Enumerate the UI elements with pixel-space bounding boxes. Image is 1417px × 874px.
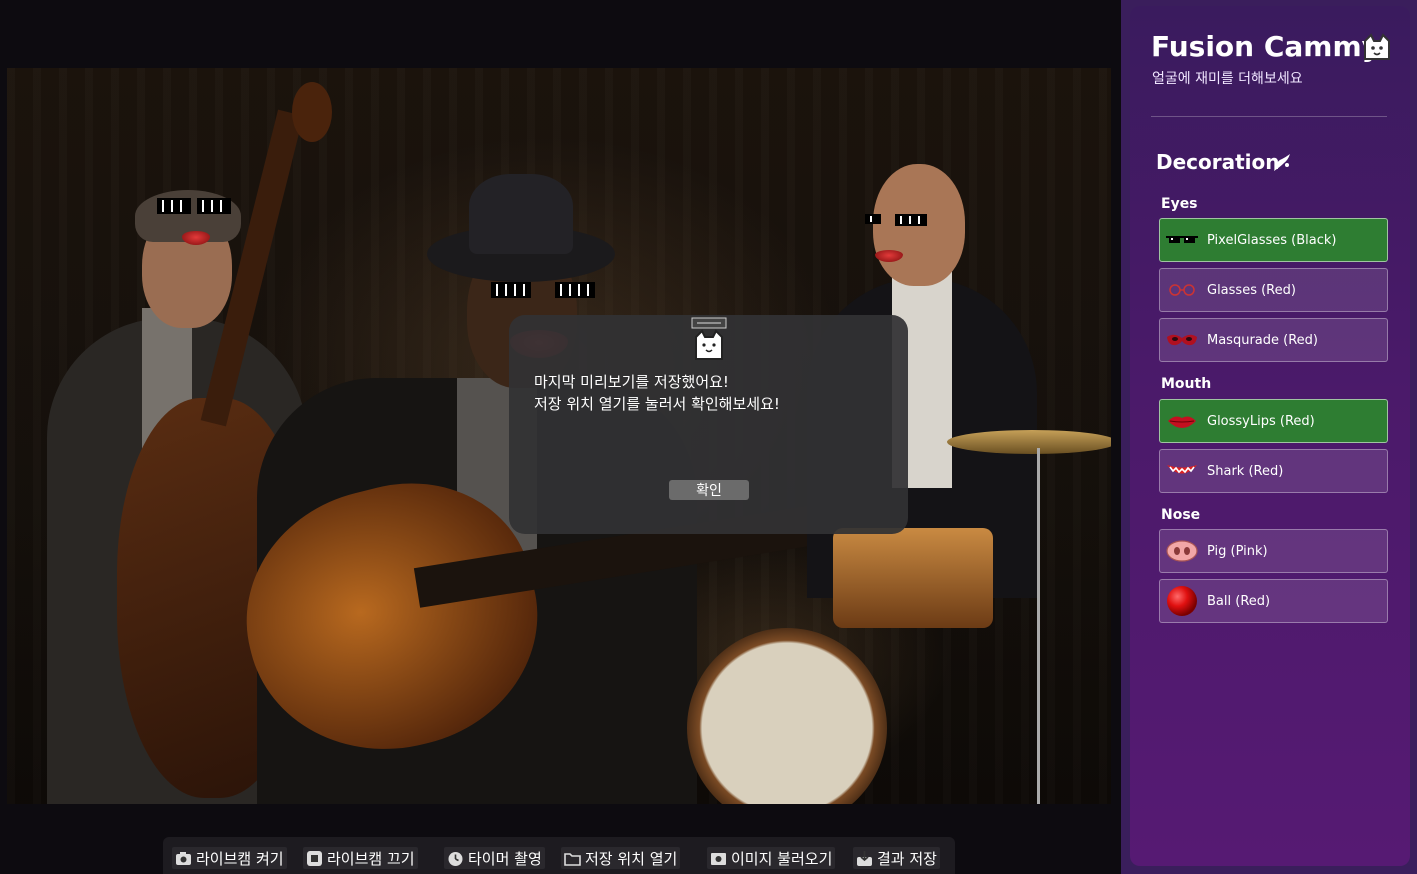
- open-save-folder-button[interactable]: 저장 위치 열기: [561, 847, 681, 869]
- section-label-nose: Nose: [1161, 507, 1201, 523]
- section-label-mouth: Mouth: [1161, 376, 1212, 392]
- load-image-label: 이미지 불러오기: [731, 849, 833, 868]
- timer-capture-label: 타이머 촬영: [468, 849, 542, 868]
- glossy-lips-icon: [1165, 408, 1199, 434]
- load-image-button[interactable]: 이미지 불러오기: [707, 847, 836, 869]
- pixel-glasses-overlay-3: [865, 214, 927, 226]
- section-label-eyes: Eyes: [1161, 196, 1198, 212]
- live-cam-on-button[interactable]: 라이브캠 켜기: [172, 847, 287, 869]
- live-cam-off-button[interactable]: 라이브캠 끄기: [303, 847, 418, 869]
- deco-item-glossy-lips[interactable]: GlossyLips (Red): [1159, 399, 1388, 443]
- dialog-message-line1: 마지막 미리보기를 저장했어요!: [534, 373, 729, 391]
- guitarist-hat: [469, 174, 573, 254]
- deco-item-label: Glasses (Red): [1207, 282, 1296, 298]
- app-title: Fusion Cammy: [1151, 30, 1380, 63]
- pixel-glasses-overlay-2: [491, 282, 595, 298]
- deco-item-label: GlossyLips (Red): [1207, 413, 1315, 429]
- save-result-label: 결과 저장: [877, 849, 937, 868]
- cat-face-icon: [1364, 33, 1390, 60]
- pixel-glasses-icon: [1165, 227, 1199, 253]
- deco-item-pig-nose[interactable]: Pig (Pink): [1159, 529, 1388, 573]
- save-result-button[interactable]: 결과 저장: [853, 847, 940, 869]
- decoration-title: Decoration: [1156, 150, 1280, 174]
- timer-capture-button[interactable]: 타이머 촬영: [444, 847, 545, 869]
- decoration-sidebar: Fusion Cammy 얼굴에 재미를 더해보세요 Decoration Ey…: [1130, 6, 1410, 866]
- image-icon: [710, 850, 727, 867]
- deco-item-label: PixelGlasses (Black): [1207, 232, 1337, 248]
- masquerade-mask-icon: [1165, 327, 1199, 353]
- bottom-toolbar: 라이브캠 켜기 라이브캠 끄기 타이머 촬영 저장 위치 열기 이미지 불러오기…: [163, 837, 955, 874]
- timer-icon: [447, 850, 464, 867]
- live-cam-off-label: 라이브캠 끄기: [327, 849, 415, 868]
- deco-item-masquerade[interactable]: Masqurade (Red): [1159, 318, 1388, 362]
- snare-drum: [833, 528, 993, 628]
- paint-hand-icon: [1274, 154, 1290, 171]
- pixel-glasses-overlay-1: [157, 198, 231, 214]
- bass-drum: [687, 628, 887, 804]
- bass-scroll: [292, 82, 332, 142]
- cymbal-stand: [1037, 448, 1040, 804]
- pig-nose-icon: [1165, 538, 1199, 564]
- shark-mouth-icon: [1165, 458, 1199, 484]
- deco-item-red-glasses[interactable]: Glasses (Red): [1159, 268, 1388, 312]
- deco-item-label: Shark (Red): [1207, 463, 1284, 479]
- dialog-message-line2: 저장 위치 열기를 눌러서 확인해보세요!: [534, 395, 780, 413]
- download-icon: [856, 850, 873, 867]
- deco-item-label: Pig (Pink): [1207, 543, 1268, 559]
- camera-icon: [175, 850, 192, 867]
- divider: [1151, 116, 1387, 117]
- open-save-folder-label: 저장 위치 열기: [585, 849, 678, 868]
- live-cam-on-label: 라이브캠 켜기: [196, 849, 284, 868]
- save-notice-dialog: 마지막 미리보기를 저장했어요! 저장 위치 열기를 눌러서 확인해보세요! 확…: [509, 315, 908, 534]
- deco-item-pixel-glasses[interactable]: PixelGlasses (Black): [1159, 218, 1388, 262]
- red-ball-nose-icon: [1165, 586, 1199, 616]
- ok-button[interactable]: 확인: [669, 480, 749, 500]
- cymbal: [947, 430, 1111, 454]
- red-glasses-icon: [1165, 277, 1199, 303]
- cat-face-icon: [691, 317, 727, 360]
- folder-icon: [564, 850, 581, 867]
- stop-icon: [306, 850, 323, 867]
- deco-item-label: Masqurade (Red): [1207, 332, 1318, 348]
- deco-item-shark[interactable]: Shark (Red): [1159, 449, 1388, 493]
- deco-item-label: Ball (Red): [1207, 593, 1271, 609]
- app-subtitle: 얼굴에 재미를 더해보세요: [1152, 71, 1303, 87]
- deco-item-red-ball[interactable]: Ball (Red): [1159, 579, 1388, 623]
